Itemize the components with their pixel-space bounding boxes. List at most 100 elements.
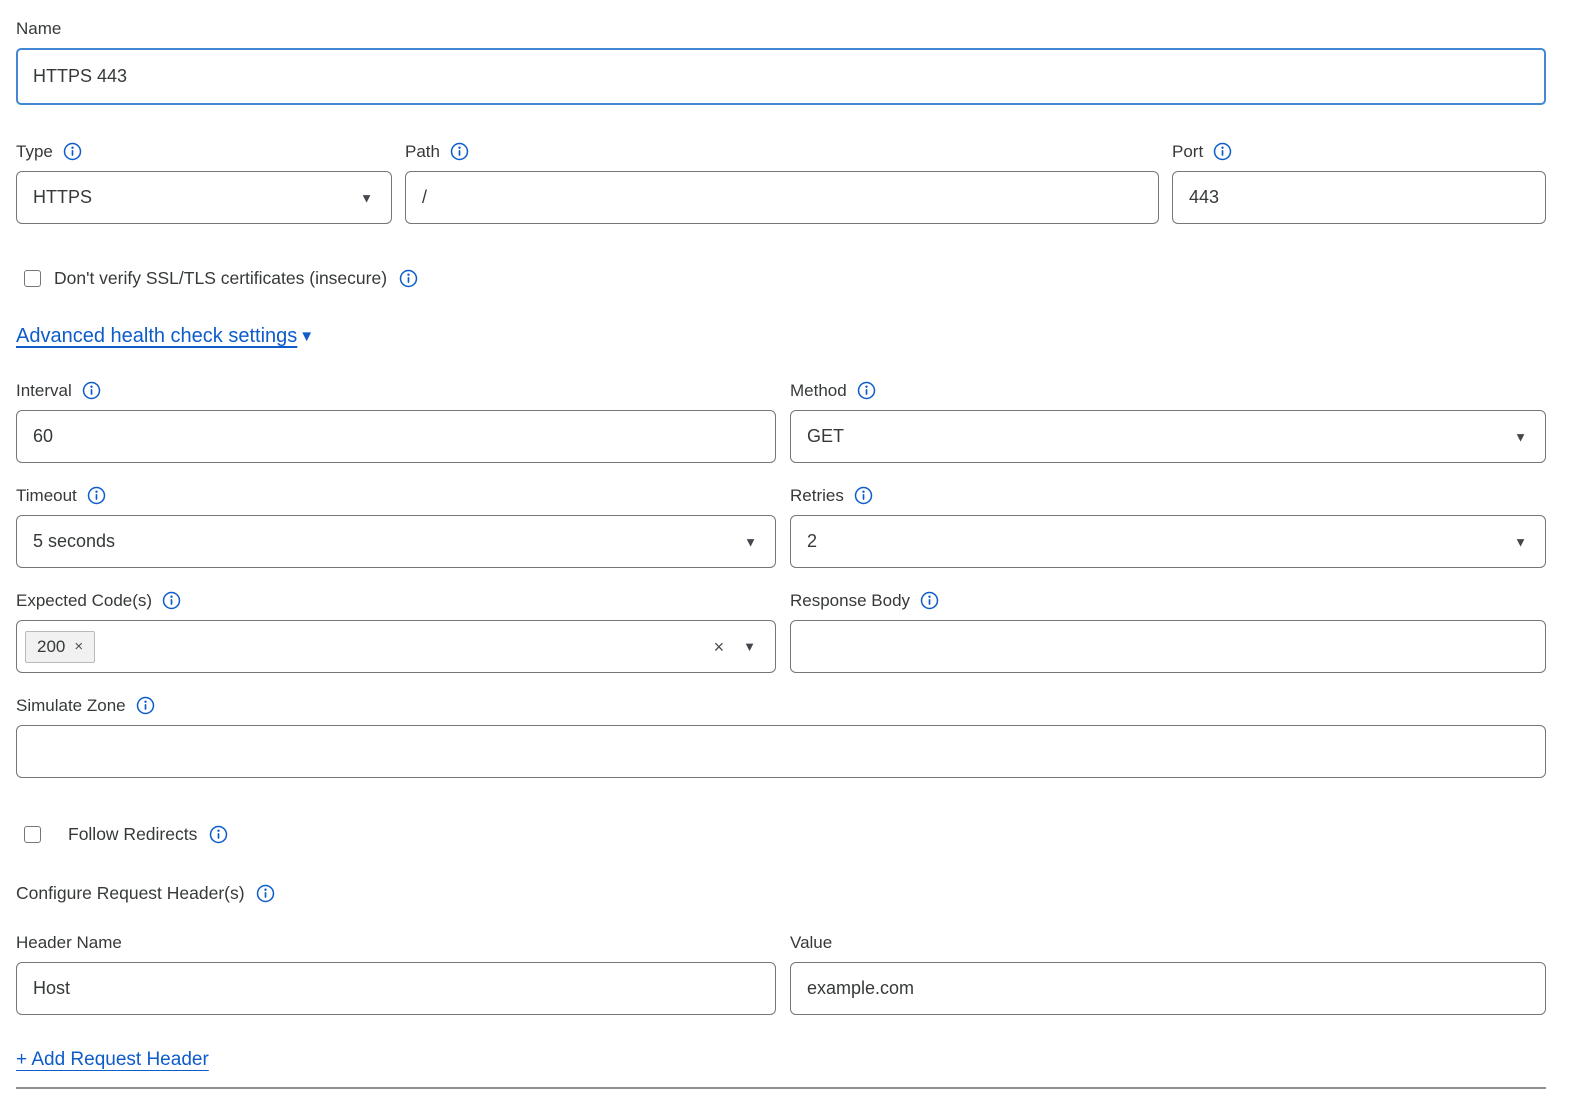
type-field-group: Type HTTPS ▼ <box>16 141 392 224</box>
dont-verify-ssl-row: Don't verify SSL/TLS certificates (insec… <box>16 268 1546 289</box>
simulate-zone-label: Simulate Zone <box>16 695 1546 716</box>
header-value-field-group: Value <box>790 932 1546 1015</box>
caret-down-icon: ▼ <box>360 191 373 204</box>
type-label-text: Type <box>16 141 53 162</box>
type-select[interactable]: HTTPS ▼ <box>16 171 392 224</box>
expected-code-chip-value: 200 <box>37 637 65 657</box>
configure-request-headers-label: Configure Request Header(s) <box>16 883 1546 904</box>
port-label-text: Port <box>1172 141 1203 162</box>
response-body-label: Response Body <box>790 590 1546 611</box>
method-field-group: Method GET ▼ <box>790 380 1546 463</box>
header-name-field-group: Header Name <box>16 932 776 1015</box>
configure-request-headers-info-icon[interactable] <box>256 884 275 903</box>
name-input[interactable] <box>16 48 1546 105</box>
advanced-settings-link[interactable]: Advanced health check settings ▼ <box>16 325 314 348</box>
response-body-field-group: Response Body <box>790 590 1546 673</box>
expected-codes-label: Expected Code(s) <box>16 590 776 611</box>
simulate-zone-input[interactable] <box>16 725 1546 778</box>
caret-down-icon: ▼ <box>1514 535 1527 548</box>
expected-codes-field-group: Expected Code(s) 200 × × ▼ <box>16 590 776 673</box>
dont-verify-ssl-checkbox[interactable] <box>24 270 41 287</box>
caret-down-icon: ▼ <box>299 328 314 345</box>
configure-request-headers-text: Configure Request Header(s) <box>16 883 245 904</box>
advanced-settings-link-text: Advanced health check settings <box>16 325 297 348</box>
path-input[interactable] <box>405 171 1159 224</box>
timeout-info-icon[interactable] <box>87 486 106 505</box>
expected-code-chip: 200 × <box>25 631 95 663</box>
type-select-value: HTTPS <box>33 187 92 208</box>
dont-verify-ssl-label: Don't verify SSL/TLS certificates (insec… <box>54 268 387 289</box>
simulate-zone-field-group: Simulate Zone <box>16 695 1546 778</box>
header-value-label-text: Value <box>790 932 832 953</box>
add-request-header-link[interactable]: + Add Request Header <box>16 1049 209 1071</box>
simulate-zone-label-text: Simulate Zone <box>16 695 126 716</box>
simulate-zone-info-icon[interactable] <box>136 696 155 715</box>
type-info-icon[interactable] <box>63 142 82 161</box>
clear-all-icon[interactable]: × <box>714 638 725 656</box>
codes-responsebody-row: Expected Code(s) 200 × × ▼ Response Body <box>16 590 1546 673</box>
interval-label: Interval <box>16 380 776 401</box>
response-body-info-icon[interactable] <box>920 591 939 610</box>
interval-info-icon[interactable] <box>82 381 101 400</box>
multiselect-controls: × ▼ <box>714 638 775 656</box>
header-value-input[interactable] <box>790 962 1546 1015</box>
path-label-text: Path <box>405 141 440 162</box>
follow-redirects-info-icon[interactable] <box>209 825 228 844</box>
timeout-field-group: Timeout 5 seconds ▼ <box>16 485 776 568</box>
method-select[interactable]: GET ▼ <box>790 410 1546 463</box>
path-field-group: Path <box>405 141 1159 224</box>
response-body-input[interactable] <box>790 620 1546 673</box>
add-request-header-row: + Add Request Header <box>16 1049 1546 1071</box>
name-field-group: Name <box>16 18 1546 105</box>
method-info-icon[interactable] <box>857 381 876 400</box>
interval-method-row: Interval Method GET ▼ <box>16 380 1546 463</box>
follow-redirects-row: Follow Redirects <box>16 824 1546 845</box>
expected-codes-label-text: Expected Code(s) <box>16 590 152 611</box>
retries-field-group: Retries 2 ▼ <box>790 485 1546 568</box>
type-label: Type <box>16 141 392 162</box>
port-input[interactable] <box>1172 171 1546 224</box>
timeout-label: Timeout <box>16 485 776 506</box>
method-label: Method <box>790 380 1546 401</box>
method-select-value: GET <box>807 426 844 447</box>
interval-label-text: Interval <box>16 380 72 401</box>
name-label-text: Name <box>16 18 61 39</box>
caret-down-icon: ▼ <box>744 535 757 548</box>
path-label: Path <box>405 141 1159 162</box>
port-label: Port <box>1172 141 1546 162</box>
header-name-label: Header Name <box>16 932 776 953</box>
name-label: Name <box>16 18 1546 39</box>
timeout-label-text: Timeout <box>16 485 77 506</box>
type-path-port-row: Type HTTPS ▼ Path Port <box>16 141 1546 224</box>
request-header-row: Header Name Value <box>16 932 1546 1015</box>
header-name-input[interactable] <box>16 962 776 1015</box>
timeout-select-value: 5 seconds <box>33 531 115 552</box>
timeout-select[interactable]: 5 seconds ▼ <box>16 515 776 568</box>
retries-label: Retries <box>790 485 1546 506</box>
retries-select-value: 2 <box>807 531 817 552</box>
retries-label-text: Retries <box>790 485 844 506</box>
interval-field-group: Interval <box>16 380 776 463</box>
retries-select[interactable]: 2 ▼ <box>790 515 1546 568</box>
port-info-icon[interactable] <box>1213 142 1232 161</box>
caret-down-icon: ▼ <box>1514 430 1527 443</box>
port-field-group: Port <box>1172 141 1546 224</box>
health-check-form: Name Type HTTPS ▼ Path <box>0 0 1570 1089</box>
retries-info-icon[interactable] <box>854 486 873 505</box>
timeout-retries-row: Timeout 5 seconds ▼ Retries 2 ▼ <box>16 485 1546 568</box>
follow-redirects-checkbox[interactable] <box>24 826 41 843</box>
interval-input[interactable] <box>16 410 776 463</box>
bottom-divider <box>16 1087 1546 1089</box>
path-info-icon[interactable] <box>450 142 469 161</box>
dont-verify-ssl-info-icon[interactable] <box>399 269 418 288</box>
method-label-text: Method <box>790 380 847 401</box>
expected-codes-info-icon[interactable] <box>162 591 181 610</box>
chip-remove-icon[interactable]: × <box>74 638 83 655</box>
expected-codes-multiselect[interactable]: 200 × × ▼ <box>16 620 776 673</box>
advanced-settings-row: Advanced health check settings ▼ <box>16 325 1546 348</box>
header-value-label: Value <box>790 932 1546 953</box>
header-name-label-text: Header Name <box>16 932 122 953</box>
follow-redirects-label: Follow Redirects <box>68 824 197 845</box>
caret-down-icon: ▼ <box>743 640 756 653</box>
response-body-label-text: Response Body <box>790 590 910 611</box>
